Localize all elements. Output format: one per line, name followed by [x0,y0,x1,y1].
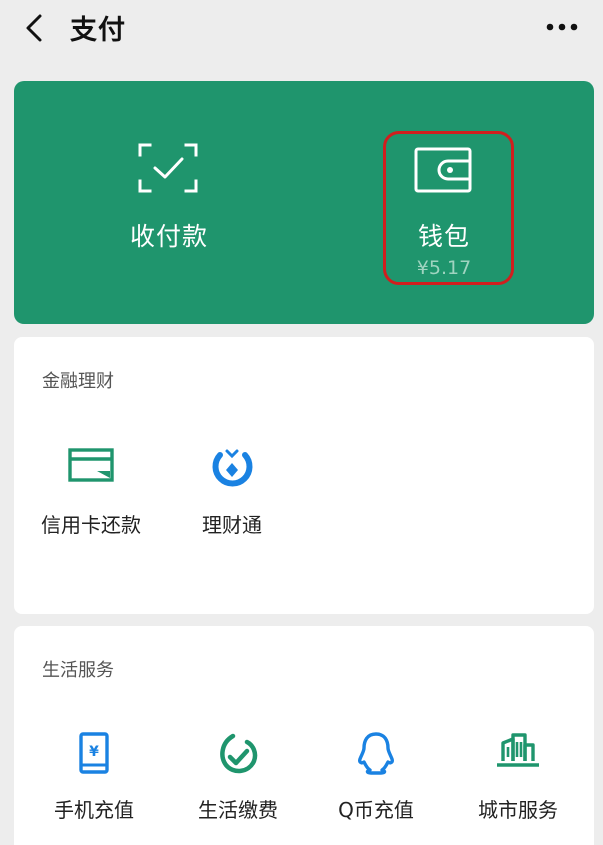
qq-coin-icon [358,732,394,775]
page-title: 支付 [70,15,126,46]
scan-check-icon [138,143,198,193]
city-service-item[interactable]: 城市服务 [460,731,576,822]
finance-section-title: 金融理财 [42,371,114,392]
credit-card-icon [68,448,114,482]
utility-bill-icon [220,733,258,774]
chevron-left-icon[interactable] [20,12,48,44]
city-service-label: 城市服务 [478,798,558,822]
credit-card-repay-item[interactable]: 信用卡还款 [26,447,156,537]
wallet-icon [414,147,472,193]
pay-card: 收付款 钱包 ¥5.17 [14,81,594,324]
finance-section: 金融理财 信用卡还款 理财通 [14,337,594,614]
phone-recharge-item[interactable]: ¥ 手机充值 [36,731,152,822]
receive-pay-label: 收付款 [129,222,208,251]
phone-recharge-label: 手机充值 [54,798,134,822]
wealth-icon [212,449,253,487]
wealth-label: 理财通 [202,513,262,537]
receive-pay-button[interactable]: 收付款 [94,81,244,324]
qq-coin-item[interactable]: Q币充值 [318,731,434,822]
city-service-icon [497,733,539,767]
credit-card-repay-label: 信用卡还款 [41,513,141,537]
phone-recharge-icon: ¥ [79,732,109,774]
utility-bill-item[interactable]: 生活缴费 [180,731,296,822]
wallet-balance: ¥5.17 [416,257,472,279]
life-section-title: 生活服务 [42,660,114,681]
wallet-label: 钱包 [417,222,470,251]
more-dots-icon[interactable] [545,22,579,32]
utility-bill-label: 生活缴费 [198,798,278,822]
payment-page: 支付 收付款 钱包 ¥5.17 金融理财 信用卡还款 理财通 生活服务 ¥ 手机… [0,0,603,845]
svg-text:¥: ¥ [89,744,99,760]
top-bar: 支付 [0,0,603,64]
life-services-section: 生活服务 ¥ 手机充值 生活缴费 Q币充值 城市服务 [14,626,594,845]
qq-coin-label: Q币充值 [338,798,414,822]
wealth-item[interactable]: 理财通 [182,447,282,537]
wallet-button[interactable]: 钱包 ¥5.17 [384,81,524,324]
